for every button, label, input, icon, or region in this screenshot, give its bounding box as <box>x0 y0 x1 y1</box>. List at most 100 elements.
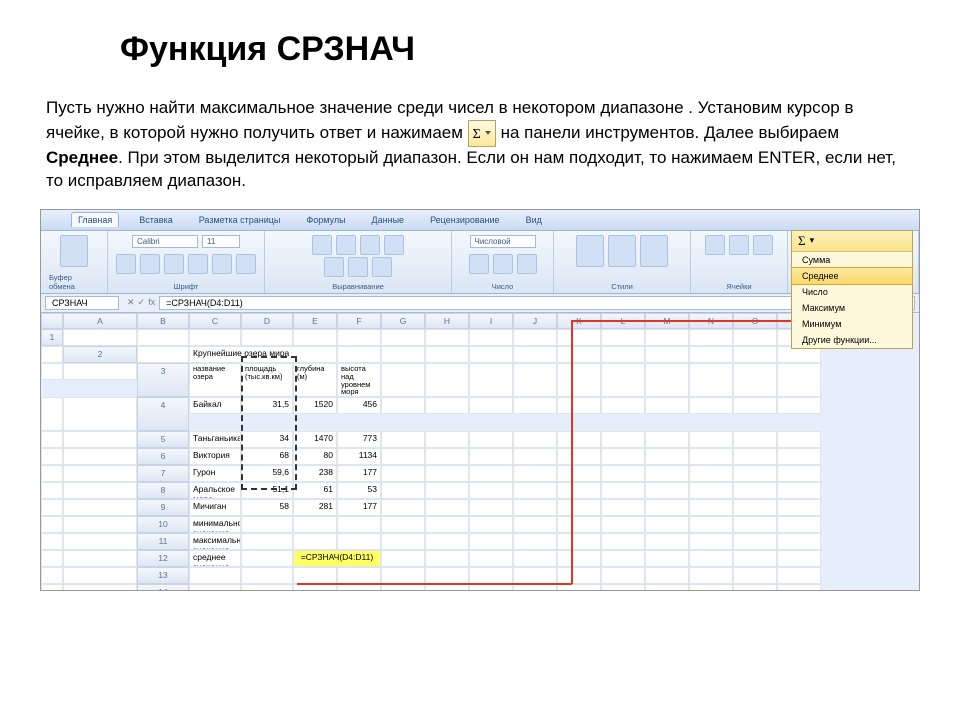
row-header[interactable]: 8 <box>137 482 189 499</box>
wrap-icon[interactable] <box>384 235 404 255</box>
cell[interactable] <box>645 329 689 346</box>
cell[interactable] <box>137 346 189 363</box>
format-table-icon[interactable] <box>608 235 636 267</box>
autosum-item-average[interactable]: Среднее <box>791 267 913 285</box>
tab-view[interactable]: Вид <box>520 213 548 227</box>
fill-icon[interactable] <box>212 254 232 274</box>
cell[interactable] <box>689 584 733 591</box>
cell[interactable] <box>63 482 137 499</box>
cell[interactable]: высота над уровнем моря <box>337 363 381 397</box>
corner-cell[interactable] <box>41 313 63 329</box>
cell[interactable] <box>777 448 821 465</box>
align-icon[interactable] <box>360 235 380 255</box>
cell[interactable] <box>41 550 63 567</box>
spreadsheet-grid[interactable]: ABCDEFGHIJKLMNOP12Крупнейшие озера мира3… <box>41 313 919 591</box>
tab-layout[interactable]: Разметка страницы <box>193 213 287 227</box>
cell[interactable]: 61 <box>293 482 337 499</box>
tab-home[interactable]: Главная <box>71 212 119 227</box>
cell[interactable] <box>513 499 557 516</box>
cell[interactable] <box>777 567 821 584</box>
cell[interactable]: 1470 <box>293 431 337 448</box>
column-header[interactable]: G <box>381 313 425 329</box>
cell[interactable]: площадь (тыс.кв.км) <box>241 363 293 397</box>
cell[interactable] <box>557 516 601 533</box>
cell[interactable] <box>41 465 63 482</box>
cell[interactable] <box>469 346 513 363</box>
cell[interactable] <box>381 346 425 363</box>
cell[interactable] <box>41 482 63 499</box>
cell[interactable] <box>557 584 601 591</box>
paste-icon[interactable] <box>60 235 88 267</box>
cell[interactable] <box>63 465 137 482</box>
cell[interactable] <box>425 499 469 516</box>
cell[interactable]: Гурон <box>189 465 241 482</box>
cell[interactable] <box>645 533 689 550</box>
cell[interactable] <box>601 550 645 567</box>
cell[interactable] <box>425 584 469 591</box>
row-header[interactable]: 14 <box>137 584 189 591</box>
cell[interactable]: 68 <box>241 448 293 465</box>
cell[interactable] <box>63 584 137 591</box>
font-size-select[interactable]: 11 <box>202 235 240 248</box>
merge-icon[interactable] <box>372 257 392 277</box>
cell[interactable] <box>381 499 425 516</box>
cell[interactable] <box>601 533 645 550</box>
cell[interactable] <box>63 516 137 533</box>
cell[interactable] <box>241 533 293 550</box>
column-header[interactable]: F <box>337 313 381 329</box>
cell[interactable] <box>601 363 645 397</box>
column-header[interactable]: B <box>137 313 189 329</box>
row-header[interactable]: 10 <box>137 516 189 533</box>
cell[interactable] <box>63 533 137 550</box>
cell[interactable] <box>41 397 63 431</box>
cell[interactable]: Байкал <box>189 397 241 414</box>
cell[interactable] <box>381 482 425 499</box>
cell[interactable] <box>645 584 689 591</box>
cell[interactable] <box>645 499 689 516</box>
format-cell-icon[interactable] <box>753 235 773 255</box>
cell-styles-icon[interactable] <box>640 235 668 267</box>
cell[interactable]: 80 <box>293 448 337 465</box>
cell[interactable] <box>337 567 381 584</box>
cell[interactable] <box>241 567 293 584</box>
cell[interactable]: 59,6 <box>241 465 293 482</box>
cell[interactable] <box>777 482 821 499</box>
cell[interactable] <box>381 431 425 448</box>
cell[interactable] <box>601 346 645 363</box>
cell[interactable] <box>381 363 425 397</box>
cell[interactable] <box>513 329 557 346</box>
row-header[interactable]: 12 <box>137 550 189 567</box>
cell[interactable] <box>513 397 557 414</box>
cell[interactable] <box>689 499 733 516</box>
cell[interactable]: Крупнейшие озера мира <box>189 346 337 363</box>
cell[interactable] <box>777 499 821 516</box>
cell[interactable] <box>733 363 777 397</box>
cell[interactable] <box>513 567 557 584</box>
cell[interactable]: 34 <box>241 431 293 448</box>
cell[interactable] <box>733 448 777 465</box>
cell[interactable] <box>469 465 513 482</box>
cell[interactable] <box>41 363 63 380</box>
cell[interactable] <box>381 550 425 567</box>
cell[interactable] <box>557 465 601 482</box>
cell[interactable] <box>733 533 777 550</box>
cell[interactable] <box>337 346 381 363</box>
cell[interactable] <box>513 550 557 567</box>
cell[interactable] <box>293 329 337 346</box>
cell[interactable] <box>777 431 821 448</box>
cell[interactable] <box>469 567 513 584</box>
cell[interactable] <box>63 567 137 584</box>
cell[interactable] <box>557 397 601 414</box>
cell[interactable] <box>513 465 557 482</box>
cell[interactable] <box>189 567 241 584</box>
underline-icon[interactable] <box>164 254 184 274</box>
cell[interactable] <box>689 550 733 567</box>
cell[interactable] <box>601 567 645 584</box>
cell[interactable] <box>513 363 557 397</box>
cell[interactable] <box>689 363 733 397</box>
cell[interactable] <box>777 584 821 591</box>
cell[interactable] <box>469 482 513 499</box>
autosum-item-sum[interactable]: Сумма <box>792 252 912 268</box>
row-header[interactable]: 6 <box>137 448 189 465</box>
cell[interactable] <box>645 465 689 482</box>
